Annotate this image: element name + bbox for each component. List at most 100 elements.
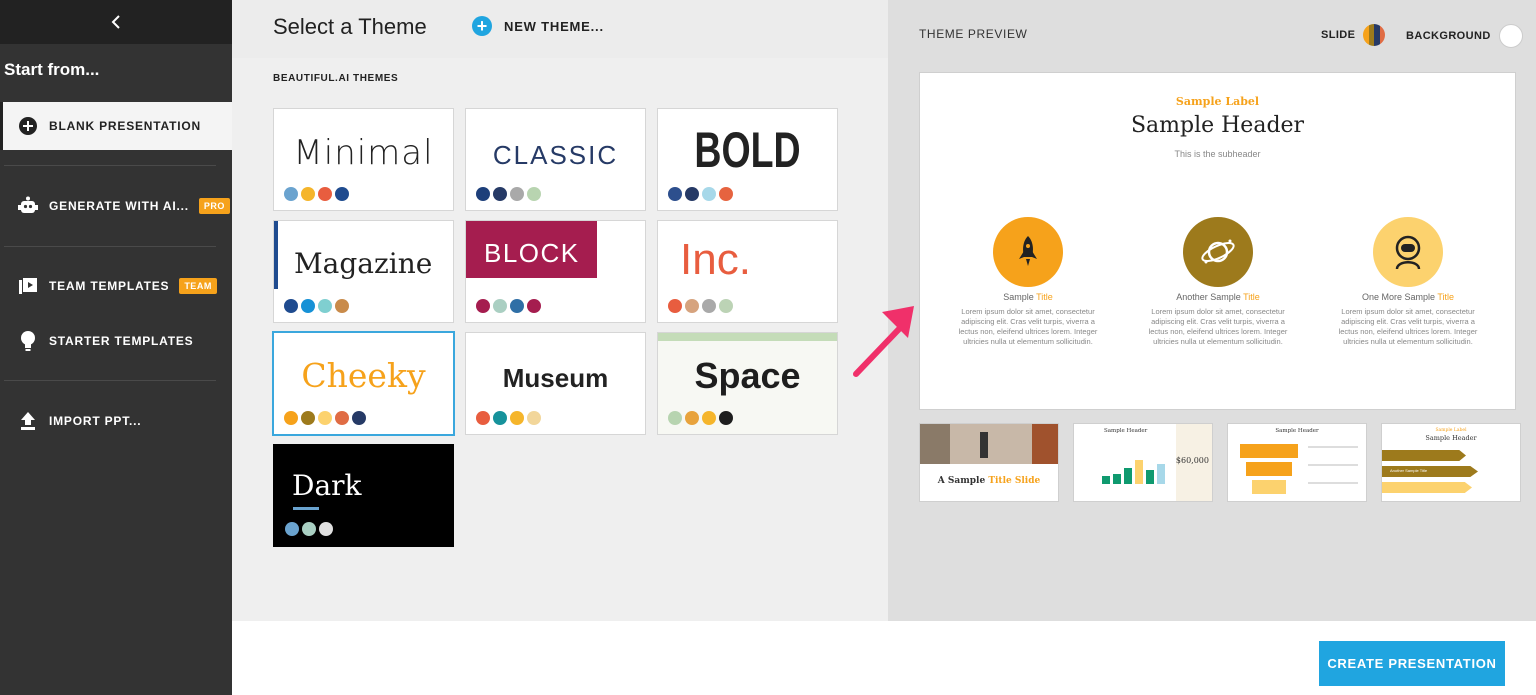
preview-thumbnail-arrows[interactable]: Sample Label Sample Header Another Sampl… (1381, 423, 1521, 502)
robot-icon (16, 194, 40, 218)
color-swatch (510, 299, 524, 313)
thumbnail-bars (1102, 484, 1165, 501)
page-title: Select a Theme (273, 14, 427, 39)
color-swatch (685, 187, 699, 201)
theme-name: Museum (502, 363, 609, 393)
sidebar-item-starter-templates[interactable]: STARTER TEMPLATES (0, 317, 232, 365)
theme-card-block[interactable]: BLOCK (465, 220, 646, 323)
color-swatch (318, 187, 332, 201)
color-swatch (285, 522, 299, 536)
color-swatch (301, 187, 315, 201)
slide-color-control[interactable]: SLIDE (1321, 24, 1386, 46)
sidebar-item-label: GENERATE WITH AI... (49, 199, 189, 213)
bottom-bar: CREATE PRESENTATION (232, 621, 1536, 695)
color-swatch (719, 299, 733, 313)
thumbnail-header: Sample Header (1104, 428, 1148, 434)
theme-name: BOLD (694, 122, 801, 178)
theme-card-magazine[interactable]: Magazine (273, 220, 454, 323)
slide-label: SLIDE (1321, 29, 1356, 41)
thumbnail-header: Sample Header (1275, 428, 1319, 434)
theme-name: Space (694, 355, 801, 396)
feature-text: Lorem ipsum dolor sit amet, consectetur … (958, 307, 1098, 346)
color-swatch (476, 411, 490, 425)
sidebar-item-label: IMPORT PPT... (49, 414, 142, 428)
feature-item: One More Sample Title Lorem ipsum dolor … (1328, 217, 1488, 347)
theme-card-dark[interactable]: Dark (273, 444, 454, 547)
thumbnail-header: Sample Header (1425, 434, 1477, 442)
preview-thumbnail-funnel[interactable]: Sample Header (1227, 423, 1367, 502)
plus-circle-icon (16, 114, 40, 138)
theme-swatches (476, 299, 541, 313)
thumbnail-item: Another Sample Title (1390, 468, 1428, 473)
sidebar-item-label: STARTER TEMPLATES (49, 334, 194, 348)
color-swatch (319, 522, 333, 536)
start-from-heading: Start from... (4, 60, 100, 79)
play-stack-icon (16, 274, 40, 298)
color-swatch (493, 187, 507, 201)
thumbnail-value: $60,000 (1175, 456, 1209, 465)
pointer-arrow-icon (853, 306, 914, 377)
color-swatch (510, 187, 524, 201)
theme-preview-label: THEME PREVIEW (919, 27, 1028, 41)
back-button[interactable] (0, 0, 232, 44)
sidebar-item-blank-presentation[interactable]: BLANK PRESENTATION (0, 102, 232, 150)
rocket-icon (993, 217, 1063, 287)
color-swatch (284, 187, 298, 201)
color-swatch (510, 411, 524, 425)
theme-card-inc[interactable]: Inc. (657, 220, 838, 323)
color-swatch (719, 411, 733, 425)
theme-name: Cheeky (301, 356, 426, 395)
sidebar-item-generate-ai[interactable]: GENERATE WITH AI... PRO (0, 182, 232, 230)
color-swatch (284, 411, 298, 425)
sidebar-divider (4, 246, 216, 247)
new-theme-label: NEW THEME... (504, 18, 604, 34)
plus-icon: + (472, 16, 492, 36)
theme-swatches (668, 187, 733, 201)
theme-swatches (476, 411, 541, 425)
chevron-left-icon (111, 15, 120, 29)
theme-card-space[interactable]: Space (657, 332, 838, 435)
feature-text: Lorem ipsum dolor sit amet, consectetur … (1148, 307, 1288, 346)
color-swatch (352, 411, 366, 425)
theme-name: Dark (292, 469, 362, 502)
theme-preview-panel: THEME PREVIEW SLIDE BACKGROUND Sample La… (888, 0, 1536, 621)
theme-name: BLOCK (484, 238, 580, 268)
sidebar-divider (4, 165, 216, 166)
color-swatch (301, 411, 315, 425)
theme-card-museum[interactable]: Museum (465, 332, 646, 435)
sidebar-item-import-ppt[interactable]: IMPORT PPT... (0, 397, 232, 445)
slide-color-swatch[interactable] (1363, 24, 1386, 46)
color-swatch (702, 187, 716, 201)
preview-thumbnail-title-slide[interactable]: A Sample Title Slide (919, 423, 1059, 502)
color-swatch (668, 187, 682, 201)
color-swatch (335, 411, 349, 425)
theme-card-bold[interactable]: BOLD (657, 108, 838, 211)
preview-thumbnail-chart[interactable]: Sample Header $60,000 (1073, 423, 1213, 502)
space-top-strip (658, 333, 837, 341)
background-color-control[interactable]: BACKGROUND (1406, 24, 1523, 48)
theme-selection-panel: Select a Theme + NEW THEME... BEAUTIFUL.… (232, 0, 888, 621)
color-swatch (668, 299, 682, 313)
theme-name: CLASSIC (492, 140, 619, 170)
theme-card-minimal[interactable]: Minimal (273, 108, 454, 211)
color-swatch (668, 411, 682, 425)
theme-card-classic[interactable]: CLASSIC (465, 108, 646, 211)
pro-badge: PRO (198, 198, 230, 214)
color-swatch (335, 187, 349, 201)
lightbulb-icon (16, 329, 40, 353)
background-label: BACKGROUND (1406, 30, 1491, 42)
color-swatch (318, 299, 332, 313)
create-presentation-button[interactable]: CREATE PRESENTATION (1319, 641, 1505, 686)
background-color-swatch[interactable] (1498, 24, 1523, 48)
sample-subheader: This is the subheader (1174, 149, 1261, 159)
color-swatch (702, 411, 716, 425)
theme-card-cheeky[interactable]: Cheeky (272, 331, 455, 436)
new-theme-button[interactable]: + NEW THEME... (472, 16, 604, 36)
color-swatch (527, 299, 541, 313)
theme-swatches (284, 299, 349, 313)
color-swatch (702, 299, 716, 313)
astronaut-icon (1373, 217, 1443, 287)
feature-item: Another Sample Title Lorem ipsum dolor s… (1138, 217, 1298, 347)
sidebar-item-team-templates[interactable]: TEAM TEMPLATES TEAM (0, 262, 232, 310)
color-swatch (318, 411, 332, 425)
